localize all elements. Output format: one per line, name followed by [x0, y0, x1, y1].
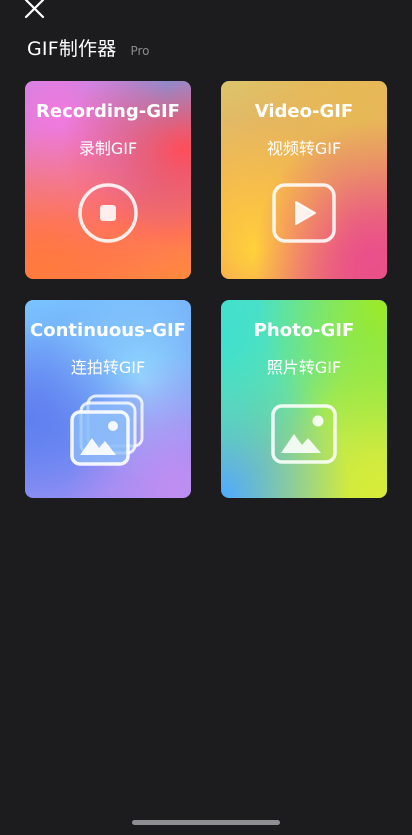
image-stack-icon — [25, 390, 191, 470]
recording-gif-card[interactable]: Recording-GIF 录制GIF — [25, 81, 191, 279]
photo-gif-card[interactable]: Photo-GIF 照片转GIF — [221, 300, 387, 498]
home-indicator[interactable] — [132, 820, 280, 825]
card-title: Photo-GIF — [253, 320, 355, 341]
card-title: Continuous-GIF — [30, 320, 186, 341]
card-subtitle: 连拍转GIF — [70, 358, 146, 377]
card-subtitle: 视频转GIF — [266, 139, 342, 158]
video-gif-card[interactable]: Video-GIF 视频转GIF — [221, 81, 387, 279]
close-icon — [24, 0, 45, 19]
video-play-icon — [221, 179, 387, 247]
pro-badge: Pro — [130, 44, 150, 58]
page-title: GIF制作器 — [27, 38, 117, 60]
page-header: GIF制作器 Pro — [27, 34, 150, 61]
card-title: Video-GIF — [254, 101, 354, 122]
card-title: Recording-GIF — [36, 101, 180, 122]
close-button[interactable] — [22, 0, 48, 22]
card-subtitle: 照片转GIF — [266, 358, 342, 377]
image-icon — [221, 400, 387, 468]
continuous-gif-card[interactable]: Continuous-GIF 连拍转GIF — [25, 300, 191, 498]
record-stop-icon — [25, 179, 191, 247]
card-subtitle: 录制GIF — [78, 139, 138, 158]
